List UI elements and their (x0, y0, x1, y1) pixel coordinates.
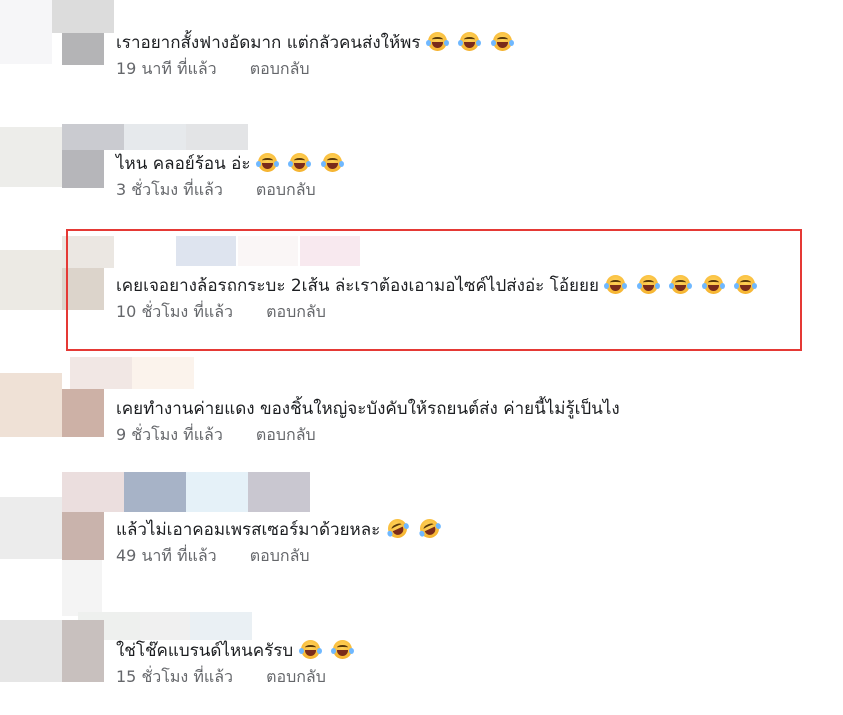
laughing-tears-emoji-icon (320, 153, 344, 172)
reply-link[interactable]: ตอบกลับ (250, 546, 310, 565)
emoji-group (298, 640, 360, 661)
laughing-tears-emoji-icon (288, 153, 312, 172)
reply-link[interactable]: ตอบกลับ (256, 180, 316, 199)
laughing-tears-emoji-icon (458, 32, 482, 51)
comment-6: ใช่โช๊คแบรนด์ไหนครัรบ 15 ชั่วโมง ที่แล้ว… (116, 638, 816, 690)
comment-1: เราอยากสั้งฟางอัดมาก แต่กลัวคนส่งให้พร 1… (116, 30, 816, 82)
reply-link[interactable]: ตอบกลับ (266, 667, 326, 686)
laughing-tears-emoji-icon (331, 640, 355, 659)
highlight-box (66, 229, 802, 351)
comment-text: เราอยากสั้งฟางอัดมาก แต่กลัวคนส่งให้พร (116, 33, 421, 53)
comment-timestamp: 15 ชั่วโมง ที่แล้ว (116, 667, 233, 686)
reply-link[interactable]: ตอบกลับ (256, 425, 316, 444)
comment-text: เคยทำงานค่ายแดง ของชิ้นใหญ่จะบังคับให้รถ… (116, 399, 620, 419)
comment-4: เคยทำงานค่ายแดง ของชิ้นใหญ่จะบังคับให้รถ… (116, 396, 816, 448)
comment-timestamp: 3 ชั่วโมง ที่แล้ว (116, 180, 223, 199)
comment-text: ใช่โช๊คแบรนด์ไหนครัรบ (116, 641, 294, 661)
rofl-emoji-icon (384, 515, 410, 542)
comment-timestamp: 9 ชั่วโมง ที่แล้ว (116, 425, 223, 444)
emoji-group (384, 515, 447, 542)
laughing-tears-emoji-icon (298, 640, 322, 659)
laughing-tears-emoji-icon (490, 32, 514, 51)
comment-2: ไหน คลอย์ร้อน อ่ะ 3 ชั่วโมง ที่แล้ว ตอบก… (116, 151, 816, 203)
comment-text: แล้วไม่เอาคอมเพรสเซอร์มาด้วยหละ (116, 520, 381, 540)
emoji-group (255, 153, 350, 174)
comment-timestamp: 49 นาที ที่แล้ว (116, 546, 217, 565)
laughing-tears-emoji-icon (425, 32, 449, 51)
comment-timestamp: 19 นาที ที่แล้ว (116, 59, 217, 78)
comment-5: แล้วไม่เอาคอมเพรสเซอร์มาด้วยหละ 49 นาที … (116, 515, 816, 569)
laughing-tears-emoji-icon (255, 153, 279, 172)
rofl-emoji-icon (416, 515, 443, 542)
reply-link[interactable]: ตอบกลับ (250, 59, 310, 78)
emoji-group (425, 32, 520, 53)
comment-text: ไหน คลอย์ร้อน อ่ะ (116, 154, 251, 174)
